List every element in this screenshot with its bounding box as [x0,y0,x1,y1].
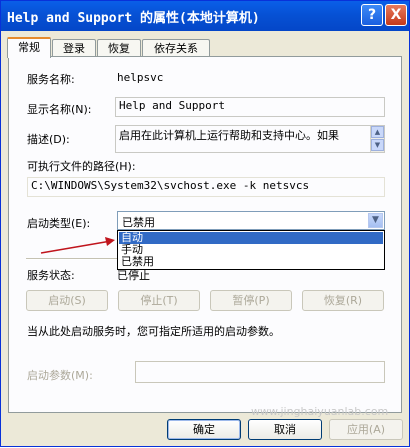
annotation-arrow-icon [40,237,115,254]
properties-dialog: Help and Support 的属性(本地计算机) ? X 常规 登录 恢复… [0,0,410,447]
